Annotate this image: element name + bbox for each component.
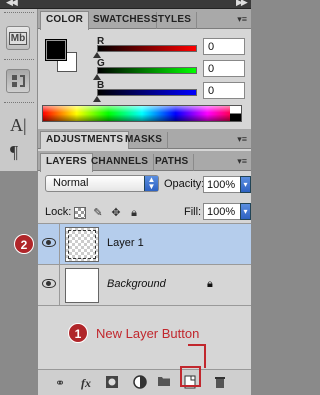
blue-value-field[interactable]: 0 bbox=[203, 82, 245, 99]
visibility-toggle[interactable] bbox=[38, 265, 60, 306]
fill-field[interactable]: 100% bbox=[203, 203, 241, 220]
chevron-updown-icon: ▲ ▼ bbox=[144, 176, 158, 191]
new-group-icon[interactable] bbox=[156, 375, 172, 391]
tab-styles[interactable]: STYLES bbox=[146, 12, 198, 29]
panel-icon-strip: Mb A| ¶ bbox=[0, 9, 38, 171]
step-badge-2: 2 bbox=[14, 234, 34, 254]
blend-mode-select[interactable]: Normal ▲ ▼ bbox=[45, 175, 159, 192]
trash-icon[interactable] bbox=[212, 375, 228, 391]
black-white-swatch[interactable] bbox=[230, 106, 241, 121]
green-slider-track[interactable] bbox=[97, 67, 197, 74]
adjustments-panel: ADJUSTMENTS MASKS ▾≡ bbox=[38, 129, 251, 150]
green-value-field[interactable]: 0 bbox=[203, 60, 245, 77]
layer-thumbnail bbox=[65, 268, 99, 303]
mini-bridge-label: Mb bbox=[8, 31, 28, 45]
layers-panel-tabs: LAYERS CHANNELS PATHS ▾≡ bbox=[38, 151, 251, 172]
paragraph-icon[interactable]: ¶ bbox=[10, 142, 18, 163]
color-spectrum-ramp[interactable] bbox=[42, 105, 242, 122]
lock-all-icon[interactable]: 🔒︎ bbox=[128, 207, 140, 219]
tab-color[interactable]: COLOR bbox=[40, 11, 90, 30]
annotation-label: New Layer Button bbox=[96, 326, 200, 341]
new-layer-button-highlight bbox=[180, 366, 201, 387]
history-icon[interactable] bbox=[6, 69, 30, 93]
collapse-left-icon[interactable]: ◀◀ bbox=[6, 0, 18, 8]
blue-slider-thumb[interactable] bbox=[93, 96, 101, 102]
fill-dropdown-arrow[interactable]: ▾ bbox=[240, 203, 251, 220]
opacity-field[interactable]: 100% bbox=[203, 176, 241, 193]
opacity-label: Opacity: bbox=[164, 178, 205, 190]
panel-dock-topbar: ◀◀ ▶▶ bbox=[0, 0, 251, 9]
visibility-toggle[interactable] bbox=[38, 224, 60, 265]
character-icon[interactable]: A| bbox=[10, 115, 27, 136]
callout-line bbox=[204, 344, 206, 368]
mini-bridge-icon[interactable]: Mb bbox=[6, 26, 30, 50]
blue-slider-track[interactable] bbox=[97, 89, 197, 96]
layer-row-layer-1[interactable]: Layer 1 bbox=[38, 224, 251, 265]
lock-position-icon[interactable]: ✥ bbox=[110, 207, 122, 219]
tab-masks[interactable]: MASKS bbox=[120, 132, 169, 149]
color-panel-tabs: COLOR SWATCHES STYLES ▾≡ bbox=[38, 9, 251, 30]
grip-handle[interactable] bbox=[4, 102, 34, 104]
collapse-right-icon[interactable]: ▶▶ bbox=[236, 0, 248, 8]
layer-row-background[interactable]: Background 🔒︎ bbox=[38, 265, 251, 306]
foreground-color-swatch[interactable] bbox=[45, 39, 67, 61]
add-mask-icon[interactable] bbox=[104, 375, 120, 391]
panel-menu-icon[interactable]: ▾≡ bbox=[235, 134, 247, 144]
lock-icon: 🔒︎ bbox=[207, 278, 213, 290]
lock-transparent-pixels-icon[interactable] bbox=[74, 207, 86, 219]
tab-paths[interactable]: PATHS bbox=[150, 154, 195, 171]
adjustment-layer-icon[interactable] bbox=[132, 375, 148, 391]
eye-icon bbox=[42, 238, 56, 247]
lock-label: Lock: bbox=[45, 206, 72, 218]
lock-image-pixels-icon[interactable]: ✎ bbox=[92, 207, 104, 219]
panel-menu-icon[interactable]: ▾≡ bbox=[235, 14, 247, 24]
photoshop-panels: ◀◀ ▶▶ Mb A| ¶ COLOR SWATCHES STYLES ▾≡ R… bbox=[0, 0, 251, 395]
eye-icon bbox=[42, 279, 56, 288]
layers-bottom-toolbar: ⚭ fx bbox=[38, 369, 251, 395]
panel-menu-icon[interactable]: ▾≡ bbox=[235, 156, 247, 166]
layer-name: Background bbox=[107, 278, 166, 290]
tab-channels[interactable]: CHANNELS bbox=[86, 154, 155, 171]
layer-thumbnail bbox=[65, 227, 99, 262]
grip-handle[interactable] bbox=[4, 12, 34, 14]
fill-label: Fill: bbox=[184, 206, 202, 218]
blend-mode-value: Normal bbox=[53, 177, 89, 189]
layer-name: Layer 1 bbox=[107, 237, 144, 249]
adjustments-panel-tabs: ADJUSTMENTS MASKS ▾≡ bbox=[38, 129, 251, 150]
grip-handle[interactable] bbox=[4, 59, 34, 61]
link-layers-icon[interactable]: ⚭ bbox=[52, 375, 68, 391]
opacity-dropdown-arrow[interactable]: ▾ bbox=[240, 176, 251, 193]
red-slider-track[interactable] bbox=[97, 45, 197, 52]
step-badge-1: 1 bbox=[68, 323, 88, 343]
tab-layers[interactable]: LAYERS bbox=[40, 153, 93, 172]
fx-icon[interactable]: fx bbox=[78, 375, 94, 391]
red-value-field[interactable]: 0 bbox=[203, 38, 245, 55]
tab-adjustments[interactable]: ADJUSTMENTS bbox=[40, 131, 130, 150]
